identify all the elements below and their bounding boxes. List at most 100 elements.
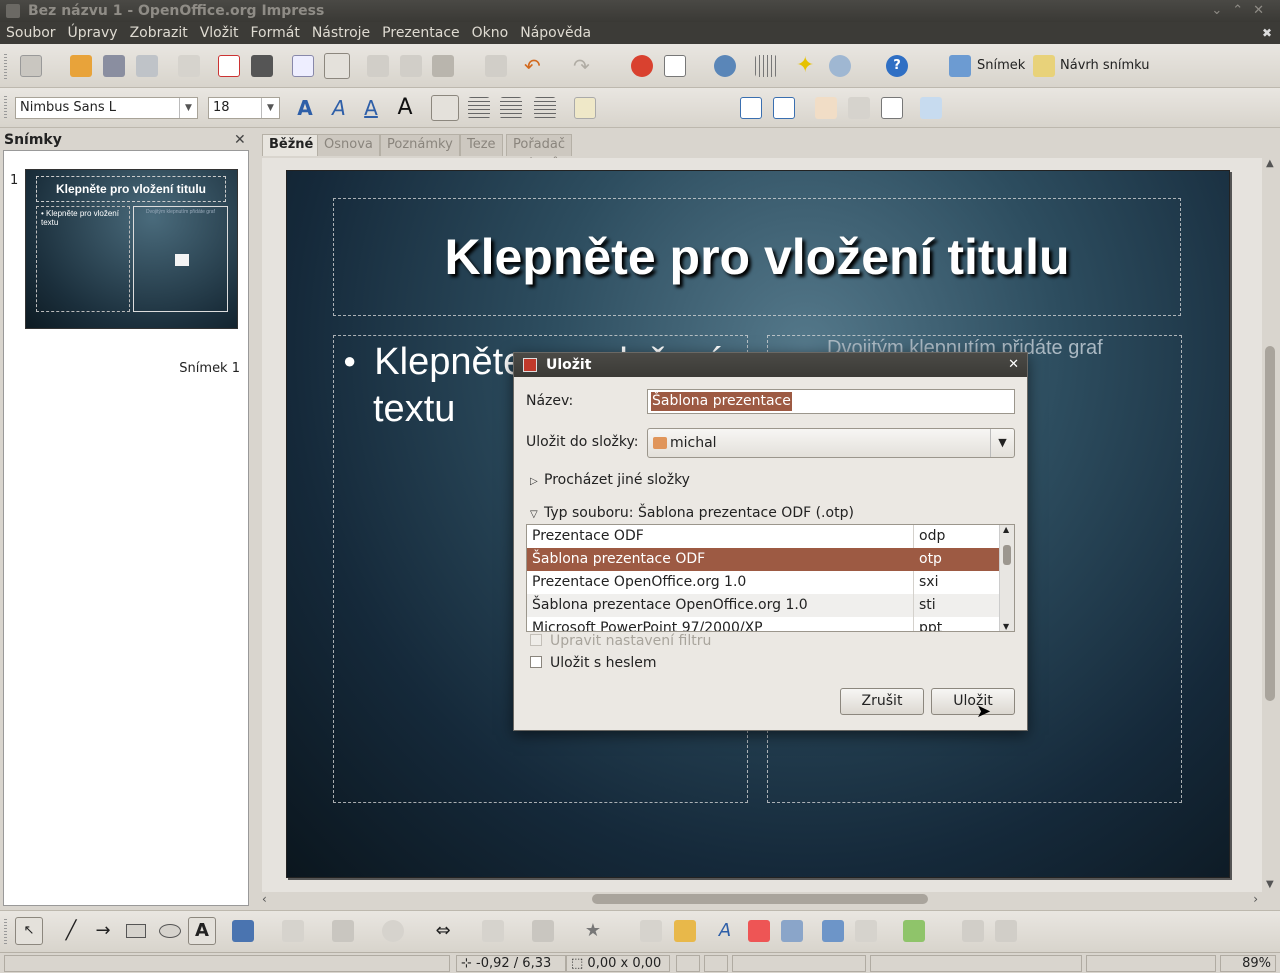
edit-file-icon[interactable] — [178, 55, 200, 77]
help-icon[interactable]: ? — [886, 55, 908, 77]
chevron-down-icon[interactable]: ▼ — [261, 98, 279, 118]
connector-icon[interactable] — [282, 920, 304, 942]
horizontal-scrollbar[interactable]: ‹ › — [258, 890, 1262, 908]
list-item-selected[interactable]: Šablona prezentace ODF otp — [527, 548, 999, 571]
shadow-icon[interactable]: A — [394, 97, 416, 119]
points-icon[interactable] — [640, 920, 662, 942]
slide-design-icon[interactable] — [1033, 55, 1055, 77]
toggle-extrusion-icon[interactable] — [962, 920, 984, 942]
slide-title[interactable]: Klepněte pro vložení titulu — [333, 198, 1181, 316]
block-arrows-icon[interactable]: ⇔ — [432, 920, 454, 942]
close-icon[interactable]: ✕ — [1008, 353, 1019, 377]
save-icon[interactable] — [103, 55, 125, 77]
redo-icon[interactable]: ↷ — [573, 55, 595, 77]
list-item[interactable]: Prezentace OpenOffice.org 1.0 sxi — [527, 571, 999, 594]
toolbar-grip[interactable] — [4, 54, 7, 80]
toolbar-grip[interactable] — [4, 96, 7, 120]
font-size-combo[interactable]: 18 ▼ — [208, 97, 280, 119]
stars-icon[interactable]: ★ — [582, 920, 604, 942]
list-item[interactable]: Prezentace ODF odp — [527, 525, 999, 548]
zoom-value[interactable]: 89% — [1220, 955, 1276, 972]
flowchart-icon[interactable] — [482, 920, 504, 942]
rotate-icon[interactable] — [822, 920, 844, 942]
format-paintbrush-icon[interactable] — [485, 55, 507, 77]
name-input[interactable]: Šablona prezentace — [647, 389, 1015, 414]
email-icon[interactable] — [136, 55, 158, 77]
font-name-combo[interactable]: Nimbus Sans L ▼ — [15, 97, 198, 119]
autospellcheck-icon[interactable] — [324, 53, 350, 79]
dialog-titlebar[interactable]: Uložit ✕ — [514, 353, 1027, 377]
close-document-icon[interactable]: ✖ — [1262, 22, 1272, 44]
scroll-right-icon[interactable]: › — [1253, 892, 1258, 906]
arrow-line-icon[interactable]: → — [92, 920, 114, 942]
menu-upravy[interactable]: Úpravy — [62, 22, 124, 44]
grid-icon[interactable] — [755, 55, 777, 77]
decrease-font-icon[interactable] — [773, 97, 795, 119]
horizontal-scroll-thumb[interactable] — [592, 894, 928, 904]
menu-nastroje[interactable]: Nástroje — [306, 22, 376, 44]
cut-icon[interactable] — [367, 55, 389, 77]
shadow-toggle-icon[interactable] — [995, 920, 1017, 942]
navigator-icon[interactable] — [714, 55, 736, 77]
window-controls[interactable]: ⌄⌃✕ — [1211, 0, 1274, 22]
text-icon[interactable]: A — [188, 917, 216, 945]
menu-zobrazit[interactable]: Zobrazit — [124, 22, 194, 44]
align-icon[interactable] — [855, 920, 877, 942]
zoom-icon[interactable] — [829, 55, 851, 77]
list-item[interactable]: Šablona prezentace OpenOffice.org 1.0 sti — [527, 594, 999, 617]
save-button[interactable]: Uložit — [931, 688, 1015, 715]
toolbar-grip[interactable] — [4, 919, 7, 945]
list-item[interactable]: Microsoft PowerPoint 97/2000/XP ppt — [527, 617, 999, 631]
folder-combo[interactable]: michal ▼ — [647, 428, 1015, 458]
slide-thumbnail[interactable]: Klepněte pro vložení titulu • Klepněte p… — [25, 169, 238, 329]
bold-icon[interactable]: A — [294, 97, 316, 119]
image-icon[interactable] — [748, 920, 770, 942]
underline-icon[interactable]: A — [360, 97, 382, 119]
paste-icon[interactable] — [432, 55, 454, 77]
print-icon[interactable] — [251, 55, 273, 77]
numbering-icon[interactable] — [881, 97, 903, 119]
new-document-icon[interactable] — [20, 55, 42, 77]
chart-icon[interactable] — [631, 55, 653, 77]
tab-poradac-snimku[interactable]: Pořadač snímků — [506, 134, 573, 172]
menu-okno[interactable]: Okno — [466, 22, 515, 44]
tab-poznamky[interactable]: Poznámky — [380, 134, 460, 156]
slide-design-label[interactable]: Návrh snímku — [1060, 58, 1150, 73]
spellcheck-icon[interactable] — [292, 55, 314, 77]
slides-list[interactable]: 1 Klepněte pro vložení titulu • Klepněte… — [3, 150, 249, 906]
copy-icon[interactable] — [400, 55, 422, 77]
align-center-icon[interactable] — [468, 97, 490, 119]
menu-vlozit[interactable]: Vložit — [194, 22, 245, 44]
menu-prezentace[interactable]: Prezentace — [376, 22, 465, 44]
scroll-up-icon[interactable]: ▲ — [1003, 525, 1009, 534]
align-left-icon[interactable] — [431, 95, 459, 121]
character-icon[interactable] — [815, 97, 837, 119]
area-style-icon[interactable] — [920, 97, 942, 119]
extrusion-icon[interactable] — [781, 920, 803, 942]
fontwork-icon[interactable]: A — [714, 920, 736, 942]
filetype-expander[interactable]: ▽ Typ souboru: Šablona prezentace ODF (.o… — [530, 505, 854, 521]
vertical-scrollbar[interactable]: ▲ ▼ — [1262, 156, 1280, 892]
ellipse-icon[interactable] — [159, 924, 181, 938]
callouts-icon[interactable] — [532, 920, 554, 942]
select-icon[interactable]: ↖ — [15, 917, 43, 945]
filetype-list-scrollbar[interactable]: ▲ ▼ — [999, 525, 1014, 631]
open-icon[interactable] — [70, 55, 92, 77]
menu-format[interactable]: Formát — [244, 22, 305, 44]
close-icon[interactable]: ✕ — [234, 132, 246, 148]
rectangle-icon[interactable] — [126, 924, 146, 938]
filetype-list-scroll-thumb[interactable] — [1003, 545, 1011, 565]
tab-bezne[interactable]: Běžné — [262, 134, 321, 156]
italic-icon[interactable]: A — [328, 97, 350, 119]
scroll-down-icon[interactable]: ▼ — [1003, 622, 1009, 631]
checkbox-box[interactable] — [530, 656, 542, 668]
undo-icon[interactable]: ↶ — [524, 55, 546, 77]
paragraph-icon[interactable] — [848, 97, 870, 119]
vertical-scroll-thumb[interactable] — [1265, 346, 1275, 701]
chevron-down-icon[interactable]: ▼ — [990, 429, 1014, 457]
symbol-shapes-icon[interactable] — [382, 920, 404, 942]
chevron-down-icon[interactable]: ▼ — [179, 98, 197, 118]
bullets-icon[interactable] — [574, 97, 596, 119]
glue-points-icon[interactable] — [674, 920, 696, 942]
helplines-icon[interactable]: ✦ — [796, 55, 818, 77]
